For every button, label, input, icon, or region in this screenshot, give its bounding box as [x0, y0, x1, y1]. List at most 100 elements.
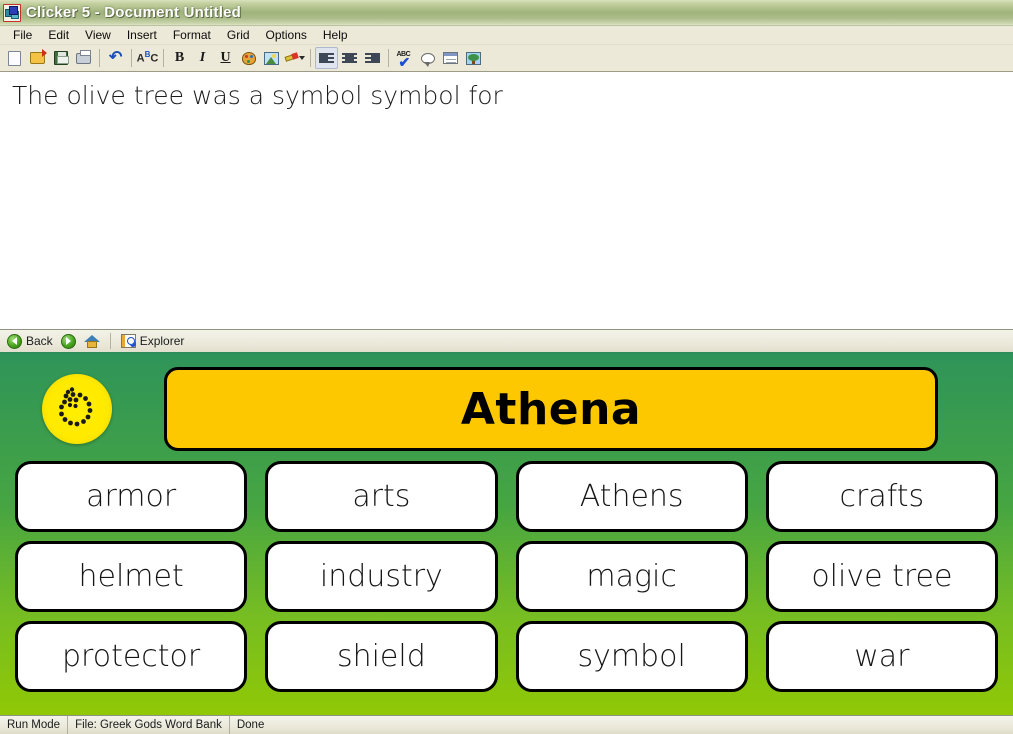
word-cell-industry[interactable]: industry	[265, 541, 498, 612]
new-document-button[interactable]	[3, 47, 26, 69]
show-grid-icon	[443, 52, 458, 64]
menu-item-options[interactable]: Options	[258, 27, 315, 44]
menu-item-file[interactable]: File	[5, 27, 40, 44]
back-button[interactable]: Back	[5, 331, 55, 351]
grid-title-label: Athena	[460, 383, 642, 435]
highlight-color-icon	[264, 51, 279, 65]
document-text[interactable]: The olive tree was a symbol symbol for	[12, 80, 1001, 111]
clicker-app-icon	[3, 3, 21, 22]
word-cell-arts[interactable]: arts	[265, 461, 498, 532]
menu-item-grid[interactable]: Grid	[219, 27, 258, 44]
word-cell-helmet[interactable]: helmet	[15, 541, 248, 612]
align-left-icon	[319, 52, 334, 64]
word-cell-magic[interactable]: magic	[515, 541, 748, 612]
print-button[interactable]	[72, 47, 95, 69]
nav-separator	[109, 333, 111, 349]
word-label: shield	[336, 638, 426, 674]
explorer-button[interactable]: Explorer	[119, 331, 187, 351]
clicker-grid: Athena armor arts Athens crafts helmet i…	[0, 352, 1013, 715]
window-title: Clicker 5 - Document Untitled	[26, 4, 242, 21]
toolbar-separator	[388, 49, 389, 67]
menu-item-edit[interactable]: Edit	[40, 27, 77, 44]
align-center-button[interactable]	[338, 47, 361, 69]
bold-button[interactable]: B	[168, 47, 191, 69]
status-file: File: Greek Gods Word Bank	[68, 716, 230, 734]
dotted-spiral-icon	[59, 387, 93, 427]
word-label: magic	[586, 558, 677, 594]
grid-top-row: Athena	[15, 367, 998, 451]
italic-icon: I	[199, 50, 206, 65]
italic-button[interactable]: I	[191, 47, 214, 69]
menu-bar: File Edit View Insert Format Grid Option…	[0, 26, 1013, 45]
open-document-icon	[30, 49, 47, 64]
toolbar-separator	[99, 49, 100, 67]
back-arrow-icon	[7, 333, 22, 349]
spelling-abc-icon: ABC	[136, 50, 159, 65]
grid-row: helmet industry magic olive tree	[15, 541, 998, 612]
toolbar-separator	[310, 49, 311, 67]
align-left-button[interactable]	[315, 47, 338, 69]
underline-button[interactable]: U	[214, 47, 237, 69]
menu-item-help[interactable]: Help	[315, 27, 356, 44]
save-document-icon	[53, 51, 69, 65]
save-document-button[interactable]	[49, 47, 72, 69]
grid-word-rows: armor arts Athens crafts helmet industry…	[15, 461, 998, 692]
word-label: Athens	[579, 478, 684, 514]
grid-row: protector shield symbol war	[15, 621, 998, 692]
menu-item-insert[interactable]: Insert	[119, 27, 165, 44]
word-label: protector	[62, 638, 201, 674]
spell-check-icon: ABC	[397, 51, 413, 69]
home-button[interactable]	[82, 331, 102, 351]
title-bar: Clicker 5 - Document Untitled	[0, 0, 1013, 26]
highlighter-pen-icon	[284, 51, 299, 65]
word-cell-shield[interactable]: shield	[265, 621, 498, 692]
word-cell-olive-tree[interactable]: olive tree	[765, 541, 998, 612]
undo-button[interactable]: ↷	[104, 47, 127, 69]
new-document-icon	[8, 50, 21, 66]
speech-bubble-button[interactable]	[416, 47, 439, 69]
back-label: Back	[26, 334, 53, 348]
chevron-down-icon[interactable]	[299, 56, 305, 60]
word-cell-symbol[interactable]: symbol	[515, 621, 748, 692]
align-right-button[interactable]	[361, 47, 384, 69]
align-right-icon	[365, 52, 380, 64]
word-label: armor	[86, 478, 177, 514]
word-cell-athens[interactable]: Athens	[515, 461, 748, 532]
word-label: war	[854, 638, 910, 674]
explorer-search-icon	[120, 334, 136, 348]
align-center-icon	[342, 52, 357, 64]
replay-speech-button[interactable]	[42, 374, 112, 444]
word-label: crafts	[839, 478, 925, 514]
forward-button[interactable]	[59, 331, 78, 351]
text-color-icon	[241, 51, 256, 65]
speech-bubble-icon	[420, 52, 435, 67]
spelling-abc-button[interactable]: ABC	[136, 47, 159, 69]
grid-row: armor arts Athens crafts	[15, 461, 998, 532]
grid-title-cell[interactable]: Athena	[164, 367, 938, 451]
menu-item-format[interactable]: Format	[165, 27, 219, 44]
spell-check-button[interactable]: ABC	[393, 47, 416, 69]
bold-icon: B	[174, 50, 185, 65]
main-toolbar: ↷ ABC B I U ABC ✔	[0, 45, 1013, 72]
highlight-color-button[interactable]	[260, 47, 283, 69]
undo-icon: ↷	[108, 49, 123, 66]
highlighter-pen-button[interactable]	[283, 47, 306, 69]
insert-picture-button[interactable]	[462, 47, 485, 69]
menu-item-view[interactable]: View	[77, 27, 119, 44]
document-area[interactable]: The olive tree was a symbol symbol for	[0, 72, 1013, 329]
word-cell-protector[interactable]: protector	[15, 621, 248, 692]
word-cell-war[interactable]: war	[765, 621, 998, 692]
explorer-label: Explorer	[139, 334, 185, 348]
status-mode: Run Mode	[0, 716, 69, 734]
underline-icon: U	[220, 50, 231, 65]
word-label: helmet	[78, 558, 184, 594]
status-bar: Run Mode File: Greek Gods Word Bank Done	[0, 715, 1013, 734]
text-color-button[interactable]	[237, 47, 260, 69]
open-document-button[interactable]	[26, 47, 49, 69]
toolbar-separator	[163, 49, 164, 67]
word-cell-armor[interactable]: armor	[15, 461, 248, 532]
word-label: industry	[319, 558, 443, 594]
word-cell-crafts[interactable]: crafts	[765, 461, 998, 532]
toolbar-separator	[131, 49, 132, 67]
show-grid-button[interactable]	[439, 47, 462, 69]
